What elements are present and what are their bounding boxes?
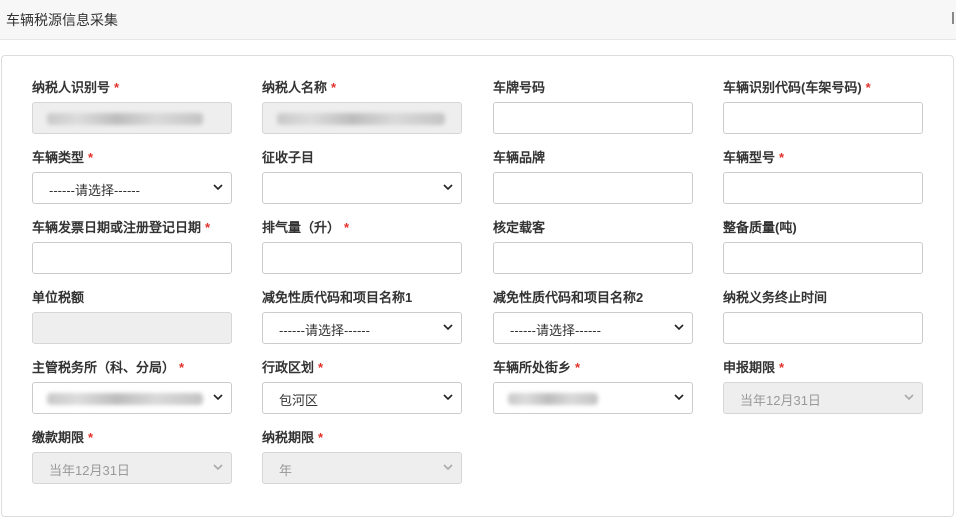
taxpayer-name-input	[262, 102, 462, 134]
required-mark: *	[779, 150, 785, 165]
exemption-1-select[interactable]: ------请选择------	[262, 312, 462, 344]
vehicle-brand-input[interactable]	[493, 172, 693, 204]
taxpayer-name-label: 纳税人名称	[262, 80, 328, 95]
levy-sub-item-select[interactable]	[262, 172, 462, 204]
declare-period-select: 当年12月31日	[723, 382, 923, 414]
tax-office-select[interactable]	[32, 382, 232, 414]
required-mark: *	[318, 430, 324, 445]
exemption-1-value: ------请选择------	[279, 323, 370, 338]
tax-period-label: 纳税期限	[262, 430, 315, 445]
required-mark: *	[318, 360, 324, 375]
page-title: 车辆税源信息采集	[6, 12, 118, 28]
district-select[interactable]: 包河区	[262, 382, 462, 414]
chevron-down-icon[interactable]	[443, 322, 453, 332]
exemption-2-select[interactable]: ------请选择------	[493, 312, 693, 344]
plate-no-input[interactable]	[493, 102, 693, 134]
required-mark: *	[344, 220, 350, 235]
district-label: 行政区划	[262, 360, 315, 375]
tax-period-select: 年	[262, 452, 462, 484]
payment-period-select: 当年12月31日	[32, 452, 232, 484]
chevron-down-icon	[443, 462, 453, 472]
declare-period-label: 申报期限	[723, 360, 776, 375]
passengers-label: 核定载客	[493, 220, 546, 235]
invoice-date-input[interactable]	[32, 242, 232, 274]
taxpayer-id-input	[32, 102, 232, 134]
unit-tax-label: 单位税额	[32, 290, 85, 305]
redacted-value	[277, 113, 445, 125]
street-select[interactable]	[493, 382, 693, 414]
exemption-1-label: 减免性质代码和项目名称1	[262, 290, 413, 305]
form-panel: 纳税人识别号 * 纳税人名称 * 车牌号码 车辆识别代码(车架号码) * 车辆类型 * …	[1, 55, 954, 517]
invoice-date-label: 车辆发票日期或注册登记日期	[32, 220, 202, 235]
obligation-end-input[interactable]	[723, 312, 923, 344]
street-label: 车辆所处街乡	[493, 360, 572, 375]
required-mark: *	[88, 150, 94, 165]
redacted-value	[47, 113, 203, 125]
required-mark: *	[575, 360, 581, 375]
vehicle-type-label: 车辆类型	[32, 150, 85, 165]
vehicle-brand-label: 车辆品牌	[493, 150, 546, 165]
chevron-down-icon[interactable]	[443, 392, 453, 402]
chevron-down-icon[interactable]	[674, 322, 684, 332]
unit-tax-input	[32, 312, 232, 344]
required-mark: *	[779, 360, 785, 375]
close-icon[interactable]	[952, 12, 954, 24]
district-value: 包河区	[279, 393, 319, 408]
chevron-down-icon[interactable]	[443, 182, 453, 192]
tax-office-label: 主管税务所（科、分局）	[32, 360, 176, 375]
displacement-input[interactable]	[262, 242, 462, 274]
redacted-value	[47, 393, 203, 405]
vehicle-model-label: 车辆型号	[723, 150, 776, 165]
declare-period-value: 当年12月31日	[740, 393, 821, 408]
chevron-down-icon	[904, 392, 914, 402]
passengers-input[interactable]	[493, 242, 693, 274]
title-bar: 车辆税源信息采集	[0, 0, 956, 40]
required-mark: *	[205, 220, 211, 235]
chevron-down-icon[interactable]	[213, 182, 223, 192]
required-mark: *	[179, 360, 185, 375]
tax-period-value: 年	[279, 463, 293, 478]
required-mark: *	[114, 80, 120, 95]
redacted-value	[508, 393, 598, 405]
payment-period-value: 当年12月31日	[49, 463, 130, 478]
vin-label: 车辆识别代码(车架号码)	[723, 80, 862, 95]
payment-period-label: 缴款期限	[32, 430, 85, 445]
required-mark: *	[331, 80, 337, 95]
vehicle-type-value: ------请选择------	[49, 183, 140, 198]
displacement-label: 排气量（升）	[262, 220, 341, 235]
chevron-down-icon[interactable]	[674, 392, 684, 402]
obligation-end-label: 纳税义务终止时间	[723, 290, 828, 305]
required-mark: *	[88, 430, 94, 445]
chevron-down-icon[interactable]	[213, 392, 223, 402]
exemption-2-value: ------请选择------	[510, 323, 601, 338]
curb-weight-input[interactable]	[723, 242, 923, 274]
curb-weight-label: 整备质量(吨)	[723, 220, 797, 235]
vehicle-type-select[interactable]: ------请选择------	[32, 172, 232, 204]
vin-input[interactable]	[723, 102, 923, 134]
plate-no-label: 车牌号码	[493, 80, 546, 95]
exemption-2-label: 减免性质代码和项目名称2	[493, 290, 644, 305]
levy-sub-item-label: 征收子目	[262, 150, 315, 165]
taxpayer-id-label: 纳税人识别号	[32, 80, 111, 95]
vehicle-model-input[interactable]	[723, 172, 923, 204]
required-mark: *	[865, 80, 871, 95]
chevron-down-icon	[213, 462, 223, 472]
